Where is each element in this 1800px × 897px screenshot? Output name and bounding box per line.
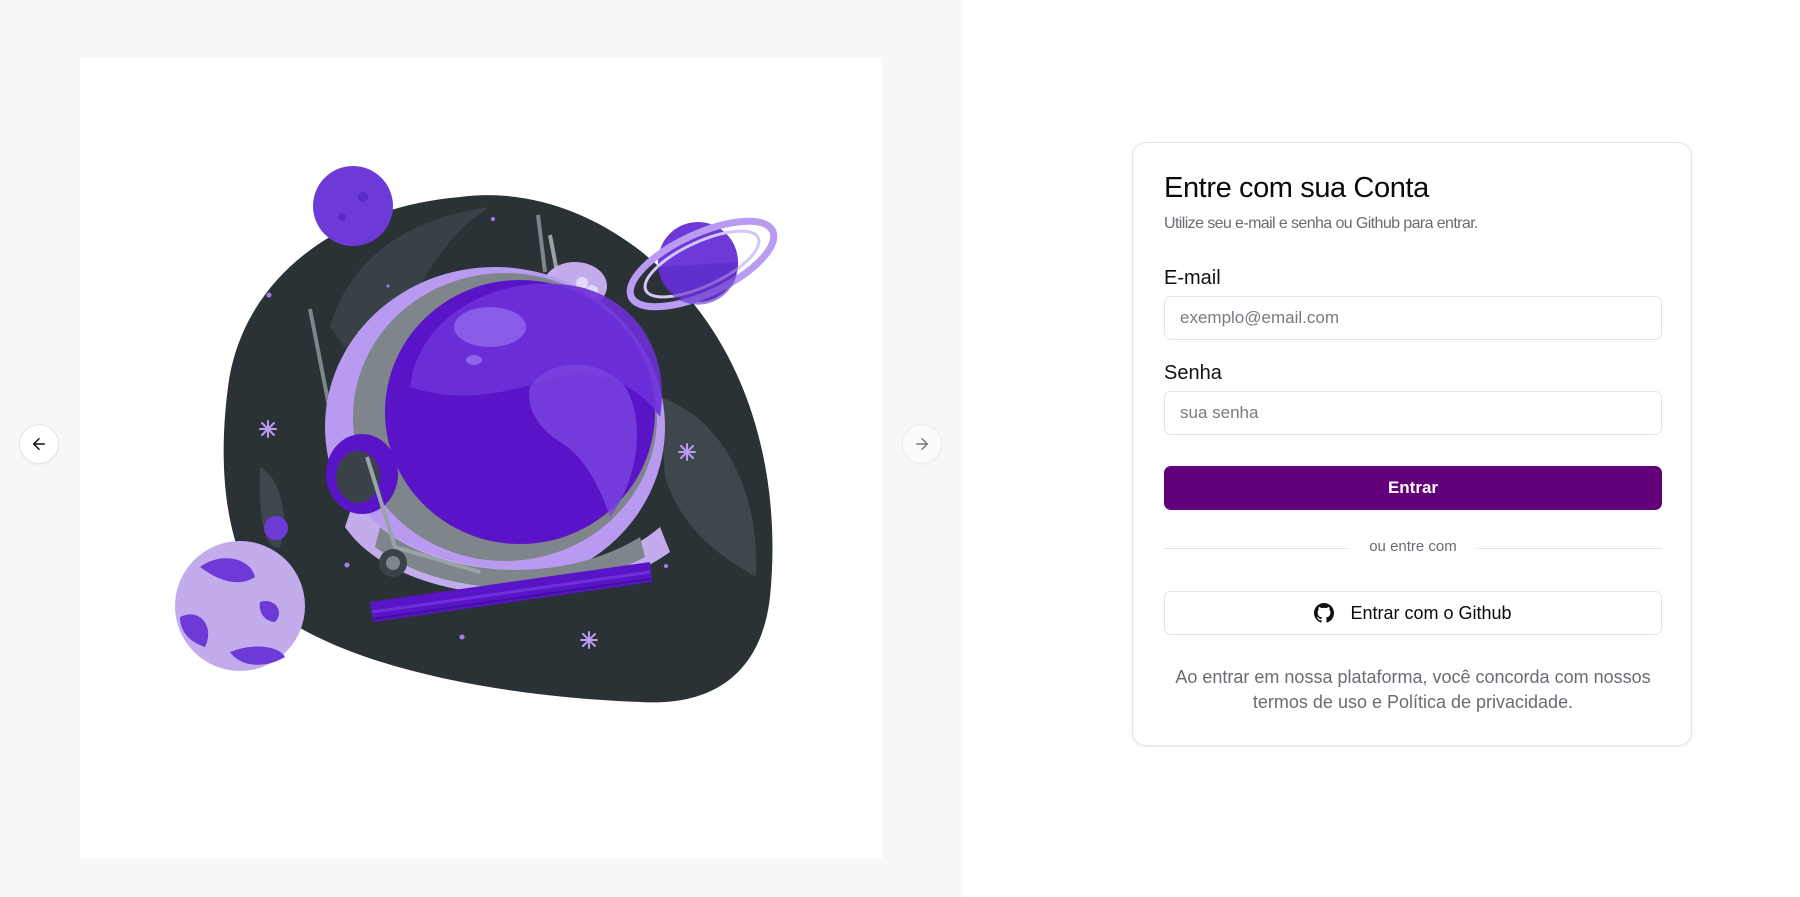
email-label: E-mail [1164, 267, 1221, 289]
astronaut-helmet-illustration [175, 166, 778, 703]
carousel-panel [0, 0, 962, 897]
divider-text: ou entre com [1369, 538, 1457, 555]
terms-text: Ao entrar em nossa plataforma, você conc… [1164, 665, 1662, 715]
carousel-next-button[interactable] [902, 424, 942, 464]
divider-line-right [1477, 548, 1662, 549]
terms-line-2: termos de uso e Política de privacidade. [1252, 692, 1574, 712]
github-login-label: Entrar com o Github [1350, 602, 1512, 623]
github-icon [1314, 603, 1335, 623]
carousel-prev-button[interactable] [19, 424, 59, 464]
login-submit-button[interactable]: Entrar [1164, 466, 1662, 510]
carousel-slide [80, 57, 882, 859]
login-subtitle: Utilize seu e-mail e senha ou Github par… [1164, 215, 1479, 232]
password-input[interactable] [1164, 391, 1662, 435]
arrow-right-icon [916, 438, 928, 450]
github-login-button[interactable]: Entrar com o Github [1164, 591, 1662, 635]
login-card: Entre com sua Conta Utilize seu e-mail e… [1132, 142, 1692, 746]
login-title: Entre com sua Conta [1164, 172, 1429, 204]
or-divider: ou entre com [1164, 538, 1662, 558]
email-input[interactable] [1164, 296, 1662, 340]
arrow-left-icon [33, 438, 45, 450]
terms-line-1: Ao entrar em nossa plataforma, você conc… [1175, 667, 1651, 687]
password-label: Senha [1164, 362, 1222, 384]
